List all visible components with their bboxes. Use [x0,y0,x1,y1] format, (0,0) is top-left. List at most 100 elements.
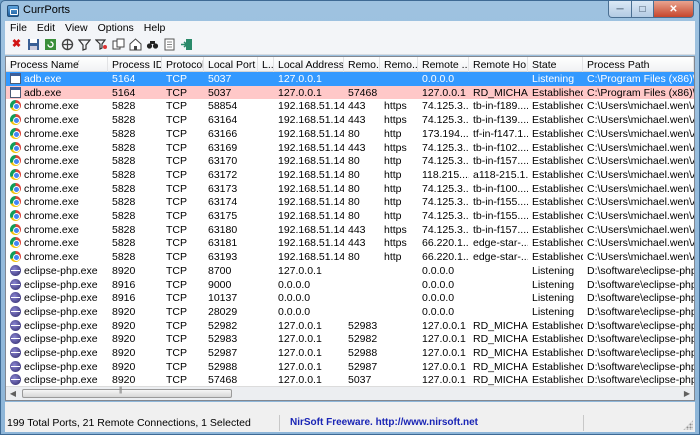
cell-rpn [384,73,418,85]
menu-help[interactable]: Help [139,21,171,35]
app-icon[interactable] [7,5,19,17]
maximize-button[interactable]: □ [632,1,654,18]
cell-process: chrome.exe [24,168,79,181]
column-local-port[interactable]: Local Port [204,57,258,72]
nirsoft-link[interactable]: NirSoft Freeware. http://www.nirsoft.net [284,415,584,431]
cell-raddr: 127.0.0.1 [422,347,466,359]
table-row[interactable]: chrome.exe 5828 TCP 63166 192.168.51.141 80 ht… [6,127,694,141]
cell-rpn [384,292,418,304]
cell-rhost [473,292,528,304]
column-protocol[interactable]: Protocol [162,57,204,72]
cell-raddr: 0.0.0.0 [422,292,455,305]
table-row[interactable]: chrome.exe 5828 TCP 63180 192.168.51.141 443 h… [6,223,694,237]
table-row[interactable]: chrome.exe 5828 TCP 63164 192.168.51.141 443 h… [6,113,694,127]
cell-state: Listening [532,278,575,291]
column-remote-port[interactable]: Remo... [344,57,380,72]
menu-file[interactable]: File [5,21,32,35]
html-report-icon[interactable] [163,38,176,51]
column-state[interactable]: State [528,57,583,72]
cell-lpn [262,155,274,167]
table-row[interactable]: chrome.exe 5828 TCP 63193 192.168.51.141 80 ht… [6,250,694,264]
cell-lport: 63181 [208,237,238,250]
title-bar[interactable]: CurrPorts ─ □ ✕ [1,1,699,21]
cell-state: Established [532,237,583,250]
column-local-address[interactable]: Local Address [274,57,344,72]
column-process-path[interactable]: Process Path [583,57,694,72]
cell-state: Established [532,319,583,332]
cell-proto: TCP [166,264,187,277]
chrome-process-icon [10,223,21,235]
table-row[interactable]: chrome.exe 5828 TCP 63175 192.168.51.141 80 ht… [6,209,694,223]
column-remote-host[interactable]: Remote Ho... [469,57,528,72]
cell-raddr: 0.0.0.0 [422,73,455,85]
cell-path: D:\software\eclipse-php\e [587,333,694,346]
cell-lpn [262,183,274,195]
table-row[interactable]: eclipse-php.exe 8920 TCP 8700 127.0.0.1 0.0.0… [6,264,694,278]
table-row[interactable]: eclipse-php.exe 8920 TCP 52983 127.0.0.1 5298… [6,332,694,346]
menu-edit[interactable]: Edit [32,21,60,35]
filter-icon[interactable] [78,38,91,51]
scroll-right-icon[interactable]: ▶ [680,387,694,400]
save-icon[interactable] [27,38,40,51]
column-process-name[interactable]: Process Name ∕ [6,57,108,72]
cell-laddr: 192.168.51.141 [278,114,344,127]
cell-path: C:\Users\michael.wen\Ap [587,196,694,209]
table-row[interactable]: eclipse-php.exe 8916 TCP 9000 0.0.0.0 0.0.0.0… [6,278,694,292]
properties-icon[interactable] [61,38,74,51]
column-remote-address[interactable]: Remote ... [418,57,469,72]
cell-path: C:\Users\michael.wen\Ap [587,114,694,127]
table-row[interactable]: chrome.exe 5828 TCP 58854 192.168.51.141 443 h… [6,99,694,113]
cell-state: Established [532,155,583,168]
table-row[interactable]: chrome.exe 5828 TCP 63170 192.168.51.141 80 ht… [6,154,694,168]
cell-process: chrome.exe [24,210,79,222]
cell-rpn: http [384,196,402,209]
cell-rhost [473,265,528,277]
advanced-filter-icon[interactable] [95,38,108,51]
copy-icon[interactable] [112,38,125,51]
cell-laddr: 192.168.51.141 [278,223,344,236]
find-icon[interactable] [146,38,159,51]
cell-lpn [262,100,274,112]
cell-lport: 63180 [208,223,238,236]
minimize-button[interactable]: ─ [608,1,632,18]
table-row[interactable]: chrome.exe 5828 TCP 63174 192.168.51.141 80 ht… [6,195,694,209]
table-row[interactable]: eclipse-php.exe 8916 TCP 10137 0.0.0.0 0.0.0.… [6,291,694,305]
cell-proto: TCP [166,223,187,236]
table-row[interactable]: chrome.exe 5828 TCP 63169 192.168.51.141 443 h… [6,141,694,155]
resize-grip-icon[interactable] [683,420,693,430]
scrollbar-thumb[interactable] [22,387,232,398]
cell-rhost: RD_MICHA... [473,319,528,332]
cell-path: C:\Users\michael.wen\Ap [587,155,694,168]
cell-rpn [384,87,418,99]
options-icon[interactable] [129,38,142,51]
table-row[interactable]: eclipse-php.exe 8920 TCP 52988 127.0.0.1 5298… [6,360,694,374]
menu-options[interactable]: Options [93,21,139,35]
exit-icon[interactable] [180,38,193,51]
column-remote-port-name[interactable]: Remo... [380,57,418,72]
cell-rhost [473,279,528,291]
table-row[interactable]: adb.exe 5164 TCP 5037 127.0.0.1 0.0.0.0 Listen… [6,72,694,86]
column-local-port-name[interactable]: L... [258,57,274,72]
ports-list[interactable]: Process Name ∕ Process ID Protocol Local … [5,56,695,401]
column-process-id[interactable]: Process ID [108,57,162,72]
table-row[interactable]: eclipse-php.exe 8920 TCP 52987 127.0.0.1 5298… [6,346,694,360]
table-row[interactable]: adb.exe 5164 TCP 5037 127.0.0.1 57468 127.0.0.… [6,85,694,100]
cell-rport: 443 [348,100,366,113]
menu-view[interactable]: View [60,21,93,35]
close-button[interactable]: ✕ [654,1,694,18]
cell-pid: 5828 [112,251,136,264]
sort-arrow-icon: ∕ [77,59,79,68]
refresh-icon[interactable] [44,38,57,51]
table-row[interactable]: chrome.exe 5828 TCP 63172 192.168.51.141 80 ht… [6,168,694,182]
scroll-left-icon[interactable]: ◀ [6,387,20,400]
close-connections-icon[interactable]: ✖ [10,38,23,51]
cell-lpn [262,374,274,386]
table-row[interactable]: chrome.exe 5828 TCP 63181 192.168.51.141 443 h… [6,236,694,250]
cell-raddr: 74.125.3... [422,210,469,222]
horizontal-scrollbar[interactable]: ◀ ▶ [6,386,694,400]
cell-rpn: https [384,237,407,250]
table-row[interactable]: chrome.exe 5828 TCP 63173 192.168.51.141 80 ht… [6,182,694,196]
table-row[interactable]: eclipse-php.exe 8920 TCP 28029 0.0.0.0 0.0.0.… [6,305,694,319]
cell-pid: 5828 [112,127,136,140]
table-row[interactable]: eclipse-php.exe 8920 TCP 52982 127.0.0.1 5298… [6,319,694,333]
